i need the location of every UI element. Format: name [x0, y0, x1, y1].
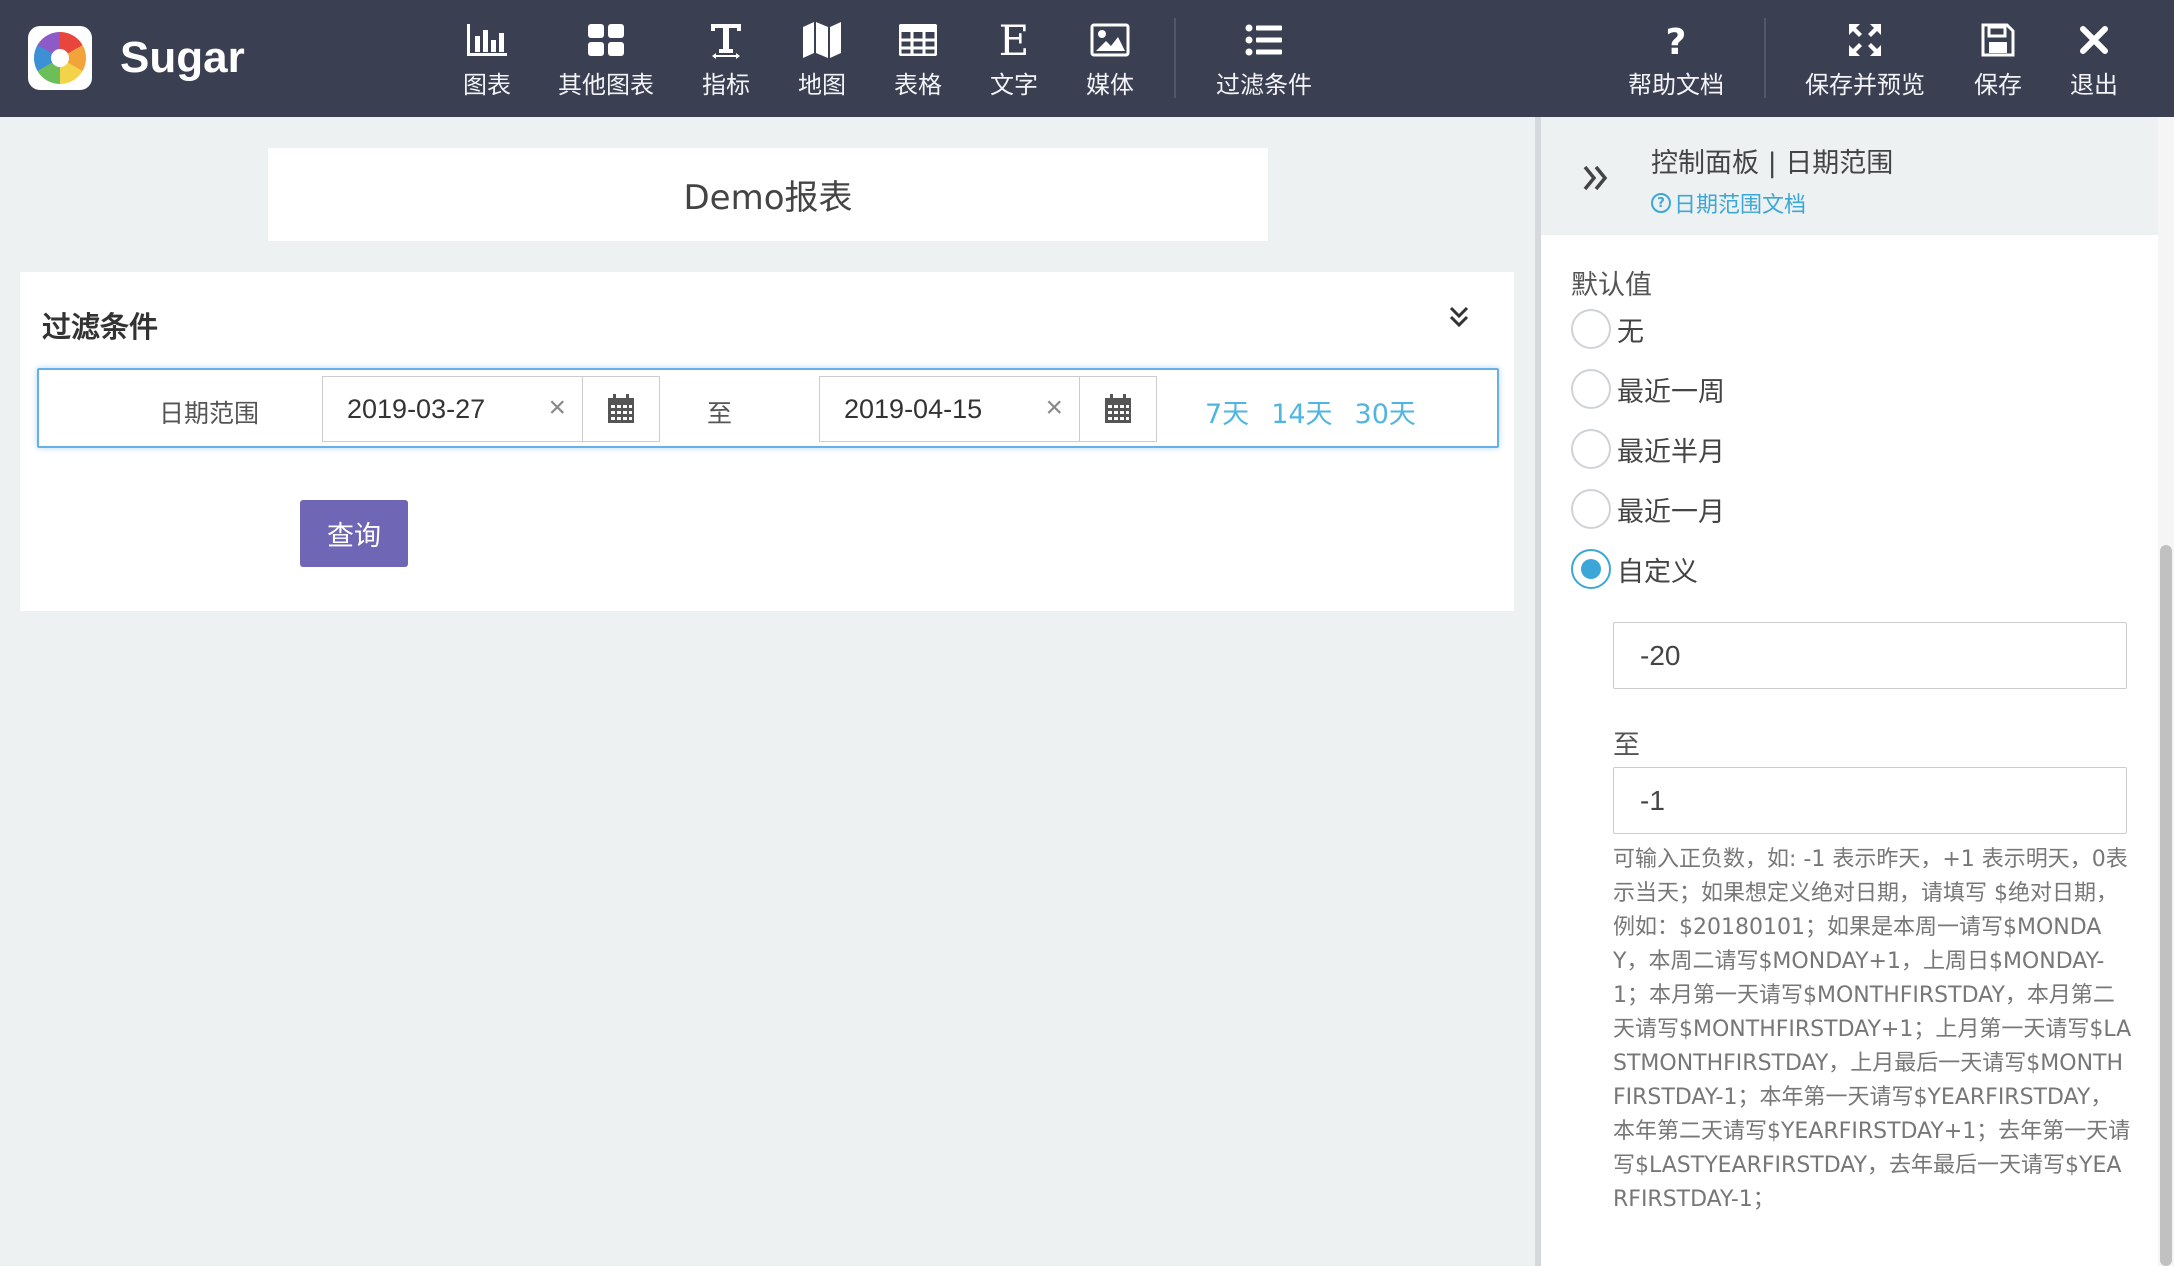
nav-save-label: 保存: [1974, 71, 2022, 99]
nav-save-preview[interactable]: 保存并预览: [1805, 18, 1925, 100]
text-height-icon: [708, 18, 744, 61]
panel-header: 控制面板 | 日期范围 ? 日期范围文档: [1541, 117, 2174, 235]
option-last-month-label: 最近一月: [1617, 496, 1725, 528]
clear-start-date-icon[interactable]: ×: [548, 391, 566, 425]
option-last-week[interactable]: 最近一周: [1571, 369, 1725, 409]
nav-map-label: 地图: [798, 71, 846, 99]
nav-save-preview-label: 保存并预览: [1805, 71, 1925, 99]
double-chevron-down-icon[interactable]: [1444, 302, 1474, 332]
date-range-label: 日期范围: [159, 399, 260, 428]
close-icon: [2079, 18, 2109, 61]
nav-help-docs[interactable]: ? 帮助文档: [1628, 18, 1724, 100]
end-date-value: 2019-04-15: [844, 393, 983, 424]
radio-last-half-month[interactable]: [1571, 429, 1611, 469]
start-date-calendar-button[interactable]: [582, 376, 660, 442]
end-date-input[interactable]: 2019-04-15 ×: [819, 376, 1079, 442]
radio-none[interactable]: [1571, 309, 1611, 349]
nav-separator: [1764, 18, 1766, 98]
nav-table-label: 表格: [894, 71, 942, 99]
nav-media[interactable]: 媒体: [1084, 18, 1136, 100]
custom-to-input[interactable]: -1: [1613, 767, 2127, 834]
save-icon: [1981, 18, 2015, 61]
bar-chart-icon: [465, 18, 509, 61]
doc-link-label: 日期范围文档: [1674, 193, 1807, 218]
default-value-label: 默认值: [1571, 270, 1652, 301]
nav-metric-label: 指标: [702, 71, 750, 99]
filter-title: 过滤条件: [42, 310, 159, 344]
date-range-to-label: 至: [707, 399, 733, 428]
option-custom[interactable]: 自定义: [1571, 549, 1698, 589]
report-title: Demo报表: [683, 178, 853, 218]
option-last-half-month-label: 最近半月: [1617, 436, 1725, 468]
start-date-value: 2019-03-27: [347, 393, 486, 424]
custom-to-label: 至: [1613, 730, 1640, 761]
radio-custom[interactable]: [1571, 549, 1611, 589]
top-navbar: Sugar 图表 其他图表 指标 地图 表格 E 文字 媒体 过滤条件 ? 帮助…: [0, 0, 2174, 117]
custom-from-value: -20: [1640, 639, 1681, 671]
panel-title: 控制面板 | 日期范围: [1651, 148, 1894, 179]
custom-from-input[interactable]: -20: [1613, 622, 2127, 689]
nav-other-charts-label: 其他图表: [558, 71, 654, 99]
nav-text[interactable]: E 文字: [988, 18, 1040, 100]
grid-icon: [587, 18, 625, 61]
option-last-half-month[interactable]: 最近半月: [1571, 429, 1725, 469]
nav-other-charts[interactable]: 其他图表: [558, 18, 654, 100]
custom-to-value: -1: [1640, 784, 1665, 816]
nav-filter-label: 过滤条件: [1216, 71, 1312, 99]
end-date-group: 2019-04-15 ×: [819, 376, 1157, 442]
question-icon: ?: [1662, 18, 1690, 61]
query-button[interactable]: 查询: [300, 500, 408, 567]
nav-media-label: 媒体: [1086, 71, 1134, 99]
nav-map[interactable]: 地图: [796, 18, 848, 100]
panel-scrollbar-thumb[interactable]: [2160, 545, 2172, 1266]
nav-chart-label: 图表: [463, 71, 511, 99]
nav-exit-label: 退出: [2070, 71, 2118, 99]
nav-text-label: 文字: [990, 71, 1038, 99]
svg-text:E: E: [999, 20, 1030, 60]
list-icon: [1245, 18, 1283, 61]
nav-table[interactable]: 表格: [892, 18, 944, 100]
double-chevron-right-icon[interactable]: [1579, 161, 1613, 195]
report-title-card[interactable]: Demo报表: [268, 148, 1268, 241]
control-panel: 控制面板 | 日期范围 ? 日期范围文档 默认值 无 最近一周 最近半月 最近一…: [1541, 117, 2174, 1266]
nav-save[interactable]: 保存: [1972, 18, 2024, 100]
image-icon: [1090, 18, 1130, 61]
nav-help-label: 帮助文档: [1628, 71, 1724, 99]
filter-card[interactable]: 过滤条件 日期范围 2019-03-27 × 至 2019-04-15 × 7天…: [20, 272, 1514, 611]
nav-chart[interactable]: 图表: [458, 18, 516, 100]
calendar-icon: [1105, 394, 1131, 423]
custom-help-text: 可输入正负数，如: -1 表示昨天，+1 表示明天，0表示当天；如果想定义绝对日…: [1613, 847, 2132, 1212]
svg-text:?: ?: [1666, 22, 1687, 58]
radio-last-month[interactable]: [1571, 489, 1611, 529]
calendar-icon: [608, 394, 634, 423]
start-date-group: 2019-03-27 ×: [322, 376, 660, 442]
start-date-input[interactable]: 2019-03-27 ×: [322, 376, 582, 442]
option-none-label: 无: [1617, 316, 1644, 348]
option-last-month[interactable]: 最近一月: [1571, 489, 1725, 529]
sugar-logo-icon: [28, 26, 92, 90]
radio-last-week[interactable]: [1571, 369, 1611, 409]
nav-metric[interactable]: 指标: [700, 18, 752, 100]
quick-14-days-link[interactable]: 14天: [1271, 392, 1332, 431]
nav-filter[interactable]: 过滤条件: [1216, 18, 1312, 100]
quick-30-days-link[interactable]: 30天: [1355, 392, 1416, 431]
option-custom-label: 自定义: [1617, 556, 1698, 588]
map-icon: [802, 18, 842, 61]
brand-name: Sugar: [120, 33, 245, 82]
table-icon: [899, 18, 937, 61]
date-range-doc-link[interactable]: ? 日期范围文档: [1651, 187, 1806, 219]
quick-range-links: 7天 14天 30天: [1205, 392, 1416, 431]
quick-7-days-link[interactable]: 7天: [1205, 392, 1249, 431]
nav-exit[interactable]: 退出: [2068, 18, 2120, 100]
option-none[interactable]: 无: [1571, 309, 1644, 349]
brand[interactable]: Sugar: [28, 26, 245, 90]
question-circle-icon: ?: [1651, 193, 1671, 213]
clear-end-date-icon[interactable]: ×: [1045, 391, 1063, 425]
expand-icon: [1847, 18, 1883, 61]
option-last-week-label: 最近一周: [1617, 376, 1725, 408]
letter-e-icon: E: [997, 18, 1031, 61]
nav-separator: [1174, 18, 1176, 98]
date-range-filter[interactable]: 日期范围 2019-03-27 × 至 2019-04-15 × 7天 14天 …: [37, 368, 1499, 448]
end-date-calendar-button[interactable]: [1079, 376, 1157, 442]
